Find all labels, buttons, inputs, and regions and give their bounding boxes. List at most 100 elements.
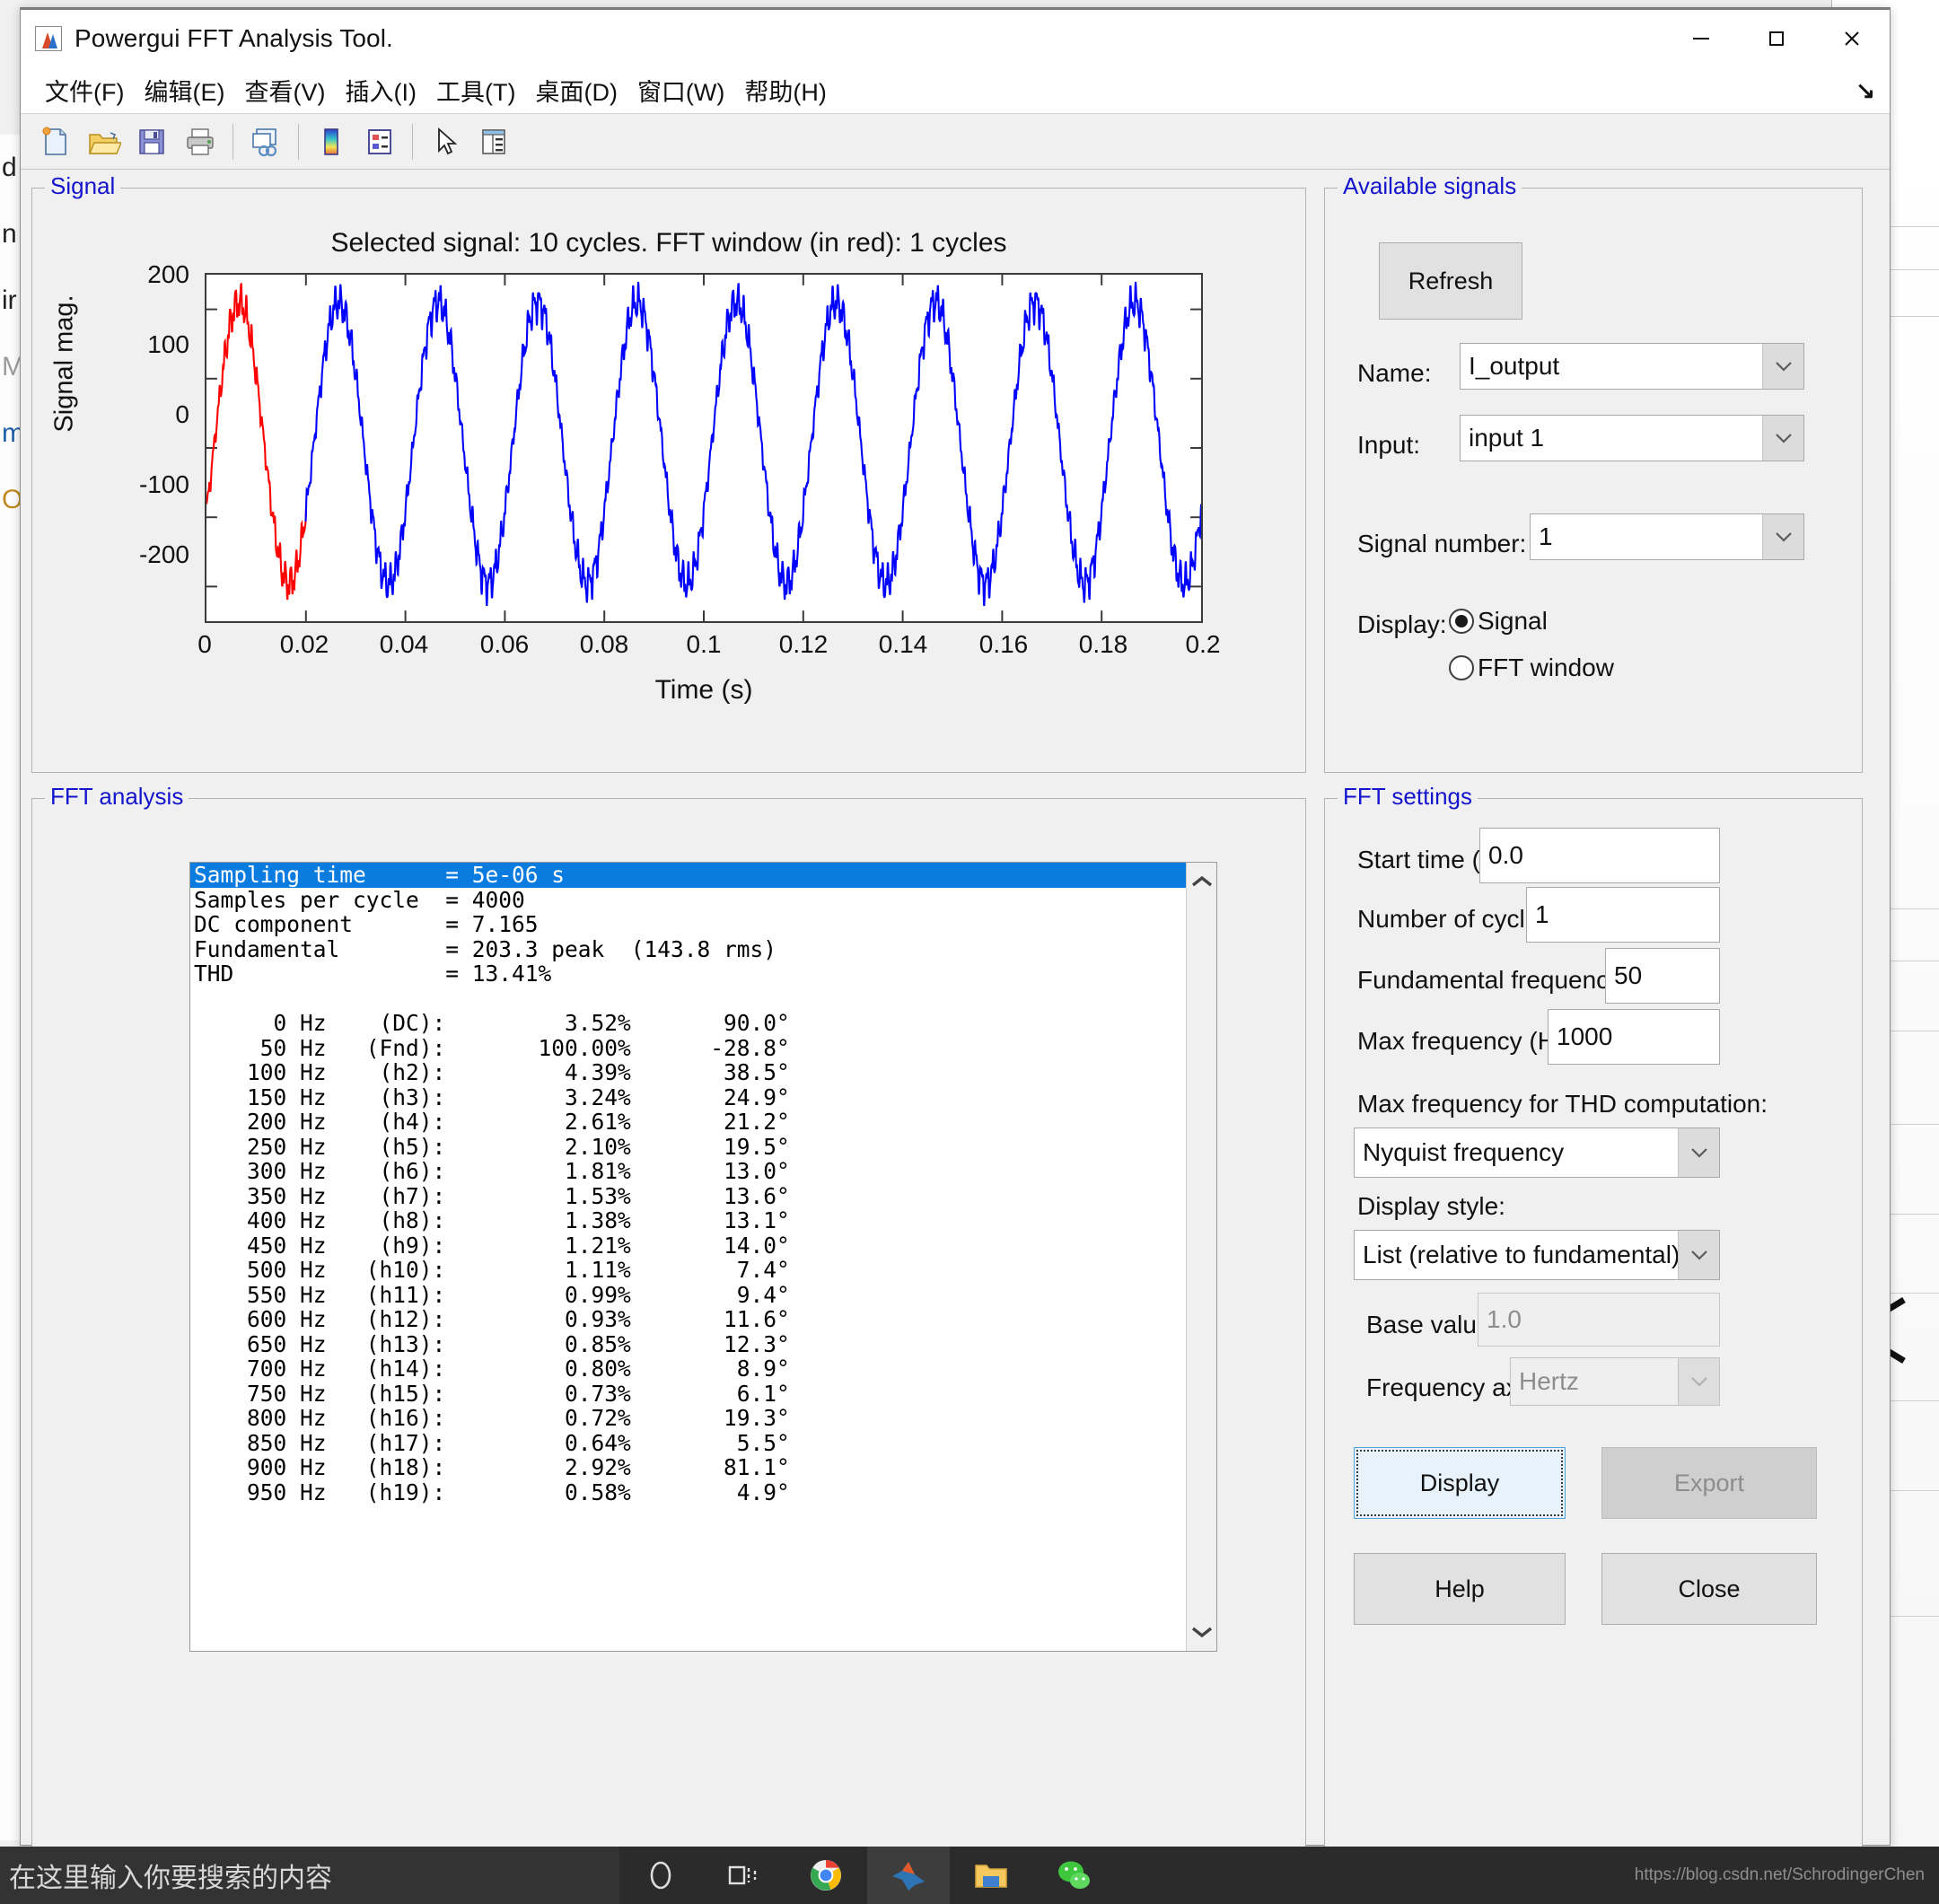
plot-browser-icon[interactable] — [470, 118, 517, 165]
legend-icon[interactable] — [356, 118, 403, 165]
pointer-arrow-icon[interactable] — [422, 118, 469, 165]
signal-name-combo[interactable]: I_output — [1460, 343, 1804, 390]
start-time-input[interactable]: 0.0 — [1479, 828, 1720, 883]
chevron-down-icon — [1762, 344, 1803, 389]
fft-list-spacer — [190, 987, 1186, 1012]
input-combo[interactable]: input 1 — [1460, 415, 1804, 461]
chevron-down-icon — [1678, 1128, 1719, 1177]
name-label: Name: — [1357, 359, 1432, 387]
refresh-button[interactable]: Refresh — [1379, 242, 1522, 320]
fft-harmonic-row[interactable]: 450 Hz (h9): 1.21% 14.0° — [190, 1233, 1186, 1259]
menu-insert[interactable]: 插入(I) — [335, 70, 426, 110]
fft-results-listbox[interactable]: Sampling time = 5e-06 s Samples per cycle… — [189, 862, 1217, 1652]
close-button[interactable] — [1814, 10, 1890, 67]
input-label: Input: — [1357, 431, 1421, 459]
chevron-down-icon — [1678, 1358, 1719, 1405]
fft-harmonic-row[interactable]: 50 Hz (Fnd): 100.00% -28.8° — [190, 1035, 1186, 1061]
window-body: Signal Selected signal: 10 cycles. FFT w… — [21, 170, 1890, 1904]
fft-summary-row[interactable]: Samples per cycle = 4000 — [190, 887, 1186, 913]
fft-harmonic-row[interactable]: 700 Hz (h14): 0.80% 8.9° — [190, 1356, 1186, 1382]
start-time-value: 0.0 — [1488, 841, 1523, 869]
fft-analysis-legend: FFT analysis — [45, 783, 189, 811]
colorbar-icon[interactable] — [308, 118, 355, 165]
wechat-icon[interactable] — [1032, 1847, 1115, 1904]
maximize-button[interactable] — [1739, 10, 1814, 67]
fft-harmonic-row[interactable]: 500 Hz (h10): 1.11% 7.4° — [190, 1258, 1186, 1283]
new-figure-icon[interactable] — [31, 118, 78, 165]
tool-bar — [21, 114, 1890, 170]
print-icon[interactable] — [177, 118, 224, 165]
file-explorer-icon[interactable] — [950, 1847, 1032, 1904]
signal-number-label: Signal number: — [1357, 530, 1527, 557]
task-view-icon[interactable] — [702, 1847, 785, 1904]
fft-results-scrollbar[interactable] — [1186, 863, 1216, 1651]
fft-harmonic-row[interactable]: 300 Hz (h6): 1.81% 13.0° — [190, 1159, 1186, 1184]
radio-fft-window-label: FFT window — [1478, 654, 1614, 681]
fft-summary-row[interactable]: Fundamental = 203.3 peak (143.8 rms) — [190, 936, 1186, 962]
fft-summary-row[interactable]: THD = 13.41% — [190, 961, 1186, 987]
window-controls — [1663, 10, 1890, 67]
save-icon[interactable] — [128, 118, 175, 165]
fft-harmonic-row[interactable]: 0 Hz (DC): 3.52% 90.0° — [190, 1011, 1186, 1036]
signal-axes[interactable] — [205, 273, 1203, 623]
display-style-combo[interactable]: List (relative to fundamental) — [1354, 1230, 1720, 1280]
menu-desktop[interactable]: 桌面(D) — [525, 70, 627, 110]
menu-view[interactable]: 查看(V) — [234, 70, 335, 110]
fft-settings-legend: FFT settings — [1338, 783, 1478, 811]
available-signals-legend: Available signals — [1338, 172, 1522, 200]
fft-harmonic-row[interactable]: 400 Hz (h8): 1.38% 13.1° — [190, 1208, 1186, 1233]
menu-overflow-icon[interactable]: ↘ — [1856, 76, 1875, 104]
radio-signal[interactable]: Signal — [1449, 607, 1548, 636]
link-plot-icon[interactable] — [242, 118, 289, 165]
max-frequency-input[interactable]: 1000 — [1548, 1009, 1720, 1065]
menu-tools[interactable]: 工具(T) — [426, 70, 525, 110]
help-button[interactable]: Help — [1354, 1553, 1566, 1625]
fundamental-frequency-input[interactable]: 50 — [1605, 948, 1720, 1004]
max-frequency-thd-combo[interactable]: Nyquist frequency — [1354, 1127, 1720, 1178]
fft-summary-row[interactable]: Sampling time = 5e-06 s — [190, 863, 1186, 888]
radio-signal-label: Signal — [1478, 607, 1548, 635]
frequency-axis-value: Hertz — [1519, 1367, 1579, 1395]
scroll-up-icon[interactable] — [1189, 868, 1215, 895]
taskbar-search-box[interactable]: 在这里输入你要搜索的内容 — [0, 1847, 619, 1904]
minimize-button[interactable] — [1663, 10, 1739, 67]
fft-harmonic-row[interactable]: 100 Hz (h2): 4.39% 38.5° — [190, 1060, 1186, 1085]
fft-harmonic-row[interactable]: 150 Hz (h3): 3.24% 24.9° — [190, 1084, 1186, 1110]
cortana-icon[interactable] — [619, 1847, 702, 1904]
menu-file[interactable]: 文件(F) — [35, 70, 134, 110]
menu-bar: 文件(F) 编辑(E) 查看(V) 插入(I) 工具(T) 桌面(D) 窗口(W… — [21, 67, 1890, 114]
fft-summary-row[interactable]: DC component = 7.165 — [190, 912, 1186, 937]
max-frequency-value: 1000 — [1557, 1022, 1613, 1050]
plot-title: Selected signal: 10 cycles. FFT window (… — [330, 228, 1007, 258]
fft-harmonic-row[interactable]: 750 Hz (h15): 0.73% 6.1° — [190, 1381, 1186, 1407]
chevron-down-icon — [1762, 514, 1803, 559]
frequency-axis-combo: Hertz — [1510, 1357, 1720, 1406]
signal-number-combo[interactable]: 1 — [1530, 513, 1804, 560]
signal-panel: Signal Selected signal: 10 cycles. FFT w… — [31, 172, 1306, 773]
close-button-bottom[interactable]: Close — [1601, 1553, 1817, 1625]
number-of-cycles-input[interactable]: 1 — [1526, 887, 1720, 943]
menu-window[interactable]: 窗口(W) — [627, 70, 734, 110]
x-tick-0: 0 — [197, 630, 212, 658]
display-button[interactable]: Display — [1354, 1447, 1566, 1519]
fft-harmonic-row[interactable]: 550 Hz (h11): 0.99% 9.4° — [190, 1282, 1186, 1308]
menu-edit[interactable]: 编辑(E) — [134, 70, 234, 110]
matlab-icon[interactable] — [867, 1847, 950, 1904]
fft-harmonic-row[interactable]: 900 Hz (h18): 2.92% 81.1° — [190, 1455, 1186, 1480]
fft-harmonic-row[interactable]: 350 Hz (h7): 1.53% 13.6° — [190, 1183, 1186, 1209]
fft-harmonic-row[interactable]: 200 Hz (h4): 2.61% 21.2° — [190, 1110, 1186, 1135]
fft-harmonic-row[interactable]: 600 Hz (h12): 0.93% 11.6° — [190, 1307, 1186, 1332]
chrome-icon[interactable] — [785, 1847, 867, 1904]
fft-harmonic-row[interactable]: 950 Hz (h19): 0.58% 4.9° — [190, 1479, 1186, 1505]
scroll-down-icon[interactable] — [1189, 1619, 1215, 1645]
open-folder-icon[interactable] — [80, 118, 127, 165]
fft-harmonic-row[interactable]: 800 Hz (h16): 0.72% 19.3° — [190, 1406, 1186, 1431]
taskbar-search-placeholder: 在这里输入你要搜索的内容 — [9, 1864, 332, 1893]
menu-help[interactable]: 帮助(H) — [734, 70, 836, 110]
fft-harmonic-row[interactable]: 650 Hz (h13): 0.85% 12.3° — [190, 1331, 1186, 1357]
x-tick-01: 0.1 — [686, 630, 722, 658]
radio-fft-window[interactable]: FFT window — [1449, 654, 1614, 682]
fft-harmonic-row[interactable]: 850 Hz (h17): 0.64% 5.5° — [190, 1430, 1186, 1456]
waveform-svg — [206, 275, 1201, 621]
fft-harmonic-row[interactable]: 250 Hz (h5): 2.10% 19.5° — [190, 1134, 1186, 1160]
